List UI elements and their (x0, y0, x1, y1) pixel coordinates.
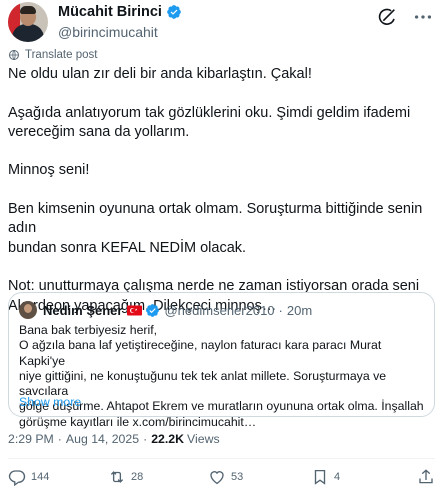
bookmark-count: 4 (334, 471, 341, 483)
post-text-line: Minnoş seni! (8, 162, 90, 179)
more-icon[interactable] (412, 6, 434, 28)
translate-post-label: Translate post (25, 49, 98, 61)
reply-button[interactable]: 144 (8, 468, 49, 486)
post-text-line: vereceğim sana da yollarım. (8, 123, 190, 140)
avatar-suit (12, 24, 44, 42)
author-name-row: Mücahit Birinci (58, 4, 182, 20)
quoted-author-handle: @nedimsener2010 (164, 302, 275, 318)
turkey-flag-icon (127, 305, 143, 315)
verified-badge-icon (146, 303, 160, 317)
globe-icon (9, 50, 19, 60)
post-text-line: bundan sonra KEFAL NEDİM olacak. (8, 239, 247, 256)
quoted-text-line: Bana bak terbiyesiz herif, (19, 323, 158, 337)
post-text-line: Aşağıda anlatıyorum tak gözlüklerini oku… (8, 104, 411, 121)
reply-count: 144 (31, 471, 50, 483)
bookmark-button[interactable]: 4 (311, 468, 340, 486)
quoted-post[interactable]: Nedim Şener @nedimsener2010 · 20m Bana b… (8, 292, 435, 429)
quoted-text-line: görüşme kayıtları ile x.com/birincimucah… (19, 414, 257, 429)
share-button[interactable] (417, 468, 435, 486)
views-label: Views (187, 432, 220, 446)
quoted-text-line: O ağzıla bana laf yetiştireceğine, naylo… (19, 338, 382, 368)
translate-post-link[interactable]: Translate post (8, 49, 97, 61)
quoted-separator: · (278, 302, 283, 318)
like-button[interactable]: 53 (208, 468, 243, 486)
quoted-author-name: Nedim Şener (43, 302, 123, 318)
author-handle[interactable]: @birincimucahit (58, 24, 158, 40)
quoted-post-header: Nedim Şener @nedimsener2010 · 20m (19, 301, 312, 319)
author-avatar[interactable] (8, 2, 48, 42)
grok-icon[interactable] (376, 6, 398, 28)
meta-separator: · (57, 432, 62, 446)
reply-icon (8, 470, 26, 486)
bookmark-icon (314, 469, 326, 485)
actions-divider (8, 458, 435, 459)
views-count[interactable]: 22.2K (151, 432, 184, 446)
avatar-hair (20, 6, 36, 14)
show-more-link[interactable]: Show more (19, 395, 81, 409)
post-text-line: Ne oldu ulan zır deli bir anda kibarlaşt… (8, 66, 312, 82)
post-body: Ne oldu ulan zır deli bir anda kibarlaşt… (8, 65, 435, 316)
quoted-post-body: Bana bak terbiyesiz herif, O ağzıla bana… (19, 323, 424, 430)
post-time[interactable]: 2:29 PM (8, 432, 54, 446)
author-display-name[interactable]: Mücahit Birinci (58, 4, 162, 20)
action-bar: 144 28 53 4 (8, 466, 435, 492)
repost-count: 28 (131, 471, 144, 483)
post-header: Mücahit Birinci @birincimucahit (8, 2, 435, 46)
share-icon (419, 469, 433, 484)
quoted-post-time: 20m (286, 302, 313, 318)
like-count: 53 (231, 471, 244, 483)
repost-icon (110, 471, 124, 483)
post-date[interactable]: Aug 14, 2025 (66, 432, 139, 446)
post-metadata: 2:29 PM · Aug 14, 2025 · 22.2K Views (8, 432, 220, 446)
verified-badge-icon[interactable] (166, 4, 182, 20)
post-text-line: Ben kimsenin oyununa ortak olmam. Soruşt… (8, 201, 423, 237)
meta-separator: · (143, 432, 148, 446)
quoted-author-avatar (19, 301, 37, 319)
repost-button[interactable]: 28 (108, 468, 143, 486)
like-icon (210, 471, 224, 485)
